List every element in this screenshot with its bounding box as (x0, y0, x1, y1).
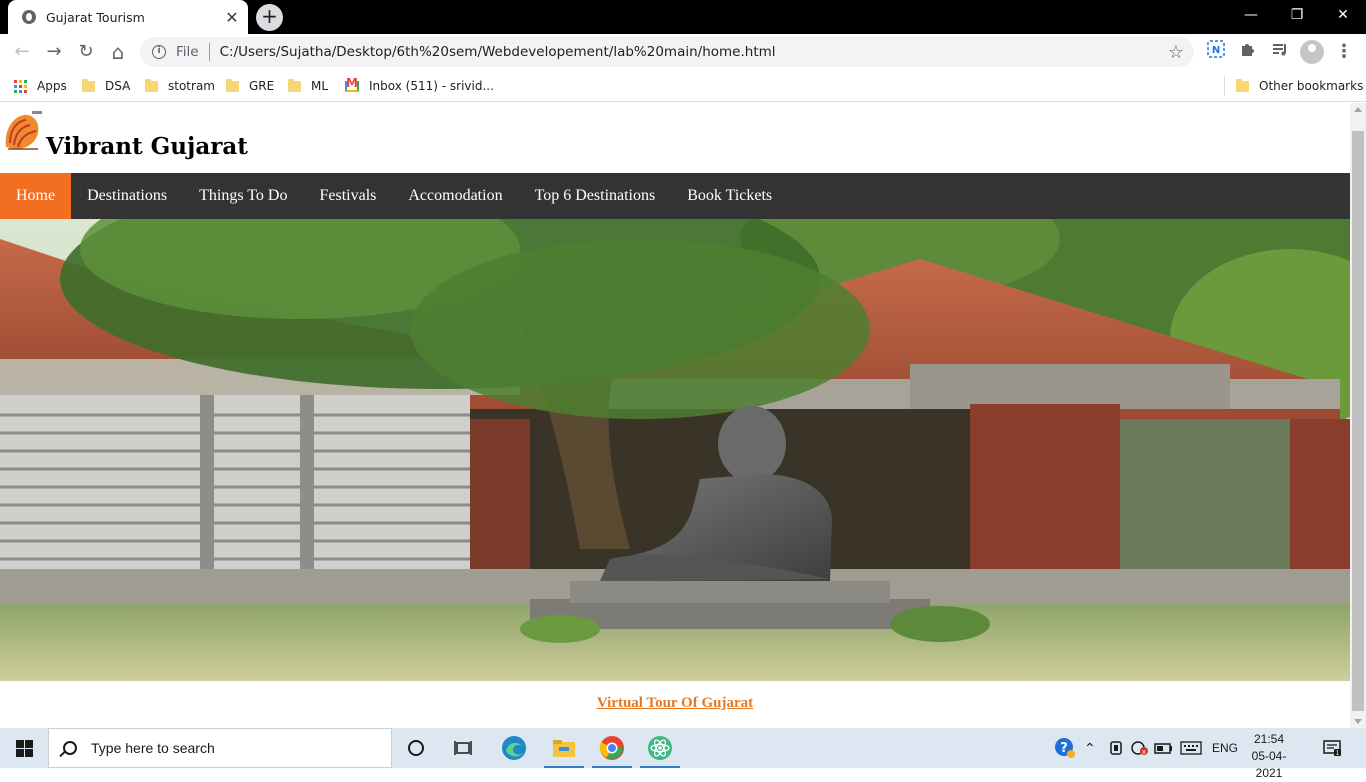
virtual-tour-link[interactable]: Virtual Tour Of Gujarat (0, 695, 1350, 712)
gmail-icon (345, 76, 359, 92)
nav-home[interactable]: Home (0, 173, 72, 219)
other-bookmarks[interactable]: Other bookmarks (1236, 76, 1363, 96)
nav-accomodation[interactable]: Accomodation (392, 173, 518, 219)
bookmark-label: GRE (249, 79, 275, 93)
atom-editor-icon[interactable] (636, 728, 684, 768)
bookmark-gre[interactable]: GRE (226, 76, 274, 96)
help-icon[interactable]: ? (1054, 737, 1076, 759)
system-tray: ? (1054, 728, 1076, 768)
bookmark-inbox[interactable]: Inbox (511) - srivid... (345, 76, 494, 96)
browser-tab[interactable]: Gujarat Tourism ✕ (8, 0, 248, 34)
media-queue-icon[interactable] (1268, 40, 1292, 64)
battery-icon[interactable] (1154, 728, 1174, 768)
keyboard-icon[interactable] (1180, 728, 1202, 768)
tray-chevron-up-icon[interactable]: ⌃ (1084, 728, 1096, 768)
nav-festivals[interactable]: Festivals (303, 173, 392, 219)
profile-avatar-icon[interactable] (1300, 40, 1324, 64)
search-placeholder: Type here to search (91, 740, 215, 756)
site-header: Vibrant Gujarat (0, 103, 1350, 173)
windows-start-icon[interactable] (0, 728, 48, 768)
bookmark-apps[interactable]: Apps (14, 76, 67, 96)
address-bar[interactable]: i File C:/Users/Sujatha/Desktop/6th%20se… (140, 37, 1194, 67)
nav-things-to-do[interactable]: Things To Do (183, 173, 303, 219)
bookmark-label: DSA (105, 79, 131, 93)
menu-kebab-icon[interactable]: ⋮ (1332, 40, 1356, 64)
url-text[interactable]: C:/Users/Sujatha/Desktop/6th%20sem/Webde… (220, 44, 1168, 60)
nav-top-6-destinations[interactable]: Top 6 Destinations (519, 173, 672, 219)
scroll-up-icon[interactable] (1354, 107, 1362, 112)
scroll-down-icon[interactable] (1354, 719, 1362, 724)
svg-text:?: ? (1060, 741, 1068, 756)
file-explorer-icon[interactable] (540, 728, 588, 768)
restore-icon[interactable]: ❐ (1274, 0, 1320, 30)
bookmark-stotram[interactable]: stotram (145, 76, 215, 96)
bookmark-label: Inbox (511) - srivid... (369, 79, 494, 93)
close-window-icon[interactable]: ✕ (1320, 0, 1366, 30)
bookmarks-divider (1224, 76, 1225, 96)
network-disconnected-icon[interactable]: x (1130, 728, 1150, 768)
bookmarks-bar: Apps DSA stotram GRE ML Inbox (511) - sr… (0, 70, 1366, 102)
new-tab-button[interactable]: + (256, 4, 283, 31)
reload-icon[interactable]: ↻ (72, 38, 100, 66)
page-scrollbar[interactable] (1350, 103, 1366, 728)
folder-icon (288, 78, 301, 92)
extensions-puzzle-icon[interactable] (1236, 40, 1260, 64)
globe-icon (22, 10, 36, 24)
folder-icon (82, 78, 95, 92)
nav-destinations[interactable]: Destinations (71, 173, 183, 219)
chrome-icon[interactable] (588, 728, 636, 768)
address-divider (208, 43, 210, 61)
svg-text:N: N (1212, 45, 1220, 56)
browser-titlebar: Gujarat Tourism ✕ + — ❐ ✕ (0, 0, 1366, 34)
scheme-label: File (176, 44, 199, 60)
language-indicator[interactable]: ENG (1212, 728, 1238, 768)
bookmark-star-icon[interactable]: ☆ (1168, 42, 1184, 63)
folder-icon (145, 78, 158, 92)
other-bookmarks-label: Other bookmarks (1259, 79, 1364, 93)
bookmark-ml[interactable]: ML (288, 76, 328, 96)
search-icon (63, 741, 77, 755)
bookmark-label: ML (311, 79, 329, 93)
svg-text:x: x (1142, 748, 1146, 756)
onedrive-icon[interactable] (1108, 728, 1124, 768)
apps-grid-icon (14, 79, 27, 93)
edge-browser-icon[interactable] (490, 728, 538, 768)
task-view-icon[interactable] (440, 728, 488, 768)
clock-time: 21:54 (1253, 732, 1285, 746)
clock-date: 05-04-2021 (1251, 749, 1287, 780)
tab-title: Gujarat Tourism (46, 9, 145, 25)
home-icon[interactable]: ⌂ (104, 38, 132, 66)
nav-book-tickets[interactable]: Book Tickets (671, 173, 788, 219)
cortana-icon[interactable] (392, 728, 440, 768)
extension-n-icon[interactable]: N (1204, 40, 1228, 64)
back-icon[interactable]: ← (8, 38, 36, 66)
bookmark-label: stotram (168, 79, 215, 93)
windows-taskbar: Type here to search ? ⌃ x ENG 21:54 05-0… (0, 728, 1366, 780)
folder-icon (226, 78, 239, 92)
taskbar-search-box[interactable]: Type here to search (48, 728, 392, 768)
folder-icon (1236, 78, 1249, 92)
hero-image (0, 219, 1350, 681)
browser-toolbar: ← → ↻ ⌂ i File C:/Users/Sujatha/Desktop/… (0, 34, 1366, 70)
minimize-icon[interactable]: — (1228, 0, 1274, 30)
page-viewport: Vibrant Gujarat Home Destinations Things… (0, 103, 1350, 728)
notifications-icon[interactable]: 1 (1322, 728, 1342, 768)
bookmark-dsa[interactable]: DSA (82, 76, 130, 96)
site-title: Vibrant Gujarat (46, 133, 248, 160)
bookmark-label: Apps (37, 79, 67, 93)
scroll-thumb[interactable] (1352, 131, 1364, 711)
svg-text:1: 1 (1336, 750, 1340, 757)
vibrant-gujarat-logo (0, 109, 44, 155)
main-navbar: Home Destinations Things To Do Festivals… (0, 173, 1350, 219)
info-icon[interactable]: i (152, 45, 166, 59)
forward-icon[interactable]: → (40, 38, 68, 66)
tab-close-icon[interactable]: ✕ (220, 8, 244, 27)
taskbar-clock[interactable]: 21:54 05-04-2021 (1244, 731, 1294, 782)
